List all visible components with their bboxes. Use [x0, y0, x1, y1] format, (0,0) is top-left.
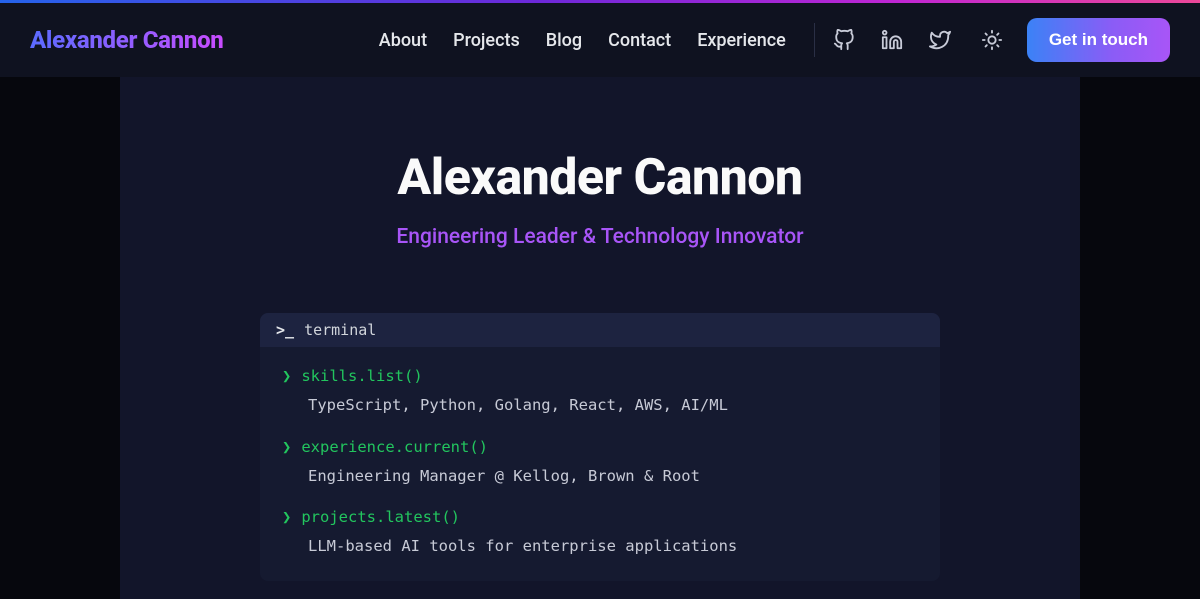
terminal-row: ❯ skills.list()	[282, 365, 918, 388]
terminal-output: TypeScript, Python, Golang, React, AWS, …	[282, 394, 918, 417]
github-icon[interactable]	[833, 29, 855, 51]
hero-stage: Alexander Cannon Engineering Leader & Te…	[0, 77, 1200, 599]
terminal-card: >_ terminal ❯ skills.list() TypeScript, P…	[260, 313, 940, 581]
linkedin-icon[interactable]	[881, 29, 903, 51]
site-header: Alexander Cannon About Projects Blog Con…	[0, 3, 1200, 77]
nav-projects[interactable]: Projects	[453, 30, 520, 51]
terminal-row: ❯ experience.current()	[282, 436, 918, 459]
terminal-command: experience.current()	[301, 438, 488, 456]
terminal-output: LLM-based AI tools for enterprise applic…	[282, 535, 918, 558]
header-divider	[814, 23, 815, 57]
terminal-command: projects.latest()	[301, 508, 460, 526]
nav-about[interactable]: About	[379, 30, 427, 51]
primary-nav: About Projects Blog Contact Experience	[379, 30, 786, 51]
terminal-label: terminal	[304, 321, 376, 339]
chevron-right-icon: ❯	[282, 438, 291, 456]
brand-logo[interactable]: Alexander Cannon	[30, 26, 224, 54]
terminal-body: ❯ skills.list() TypeScript, Python, Golan…	[260, 347, 940, 581]
terminal-command: skills.list()	[301, 367, 422, 385]
get-in-touch-button[interactable]: Get in touch	[1027, 18, 1170, 62]
nav-contact[interactable]: Contact	[608, 30, 671, 51]
terminal-header: >_ terminal	[260, 313, 940, 347]
chevron-right-icon: ❯	[282, 367, 291, 385]
nav-blog[interactable]: Blog	[546, 30, 582, 51]
hero-content: Alexander Cannon Engineering Leader & Te…	[120, 77, 1080, 599]
terminal-prompt-icon: >_	[276, 321, 294, 339]
twitter-icon[interactable]	[929, 29, 951, 51]
social-links	[833, 29, 951, 51]
terminal-row: ❯ projects.latest()	[282, 506, 918, 529]
hero-subtitle: Engineering Leader & Technology Innovato…	[120, 225, 1080, 249]
chevron-right-icon: ❯	[282, 508, 291, 526]
theme-toggle-icon[interactable]	[981, 29, 1003, 51]
terminal-output: Engineering Manager @ Kellog, Brown & Ro…	[282, 465, 918, 488]
nav-experience[interactable]: Experience	[697, 30, 786, 51]
hero-title: Alexander Cannon	[120, 149, 1080, 207]
